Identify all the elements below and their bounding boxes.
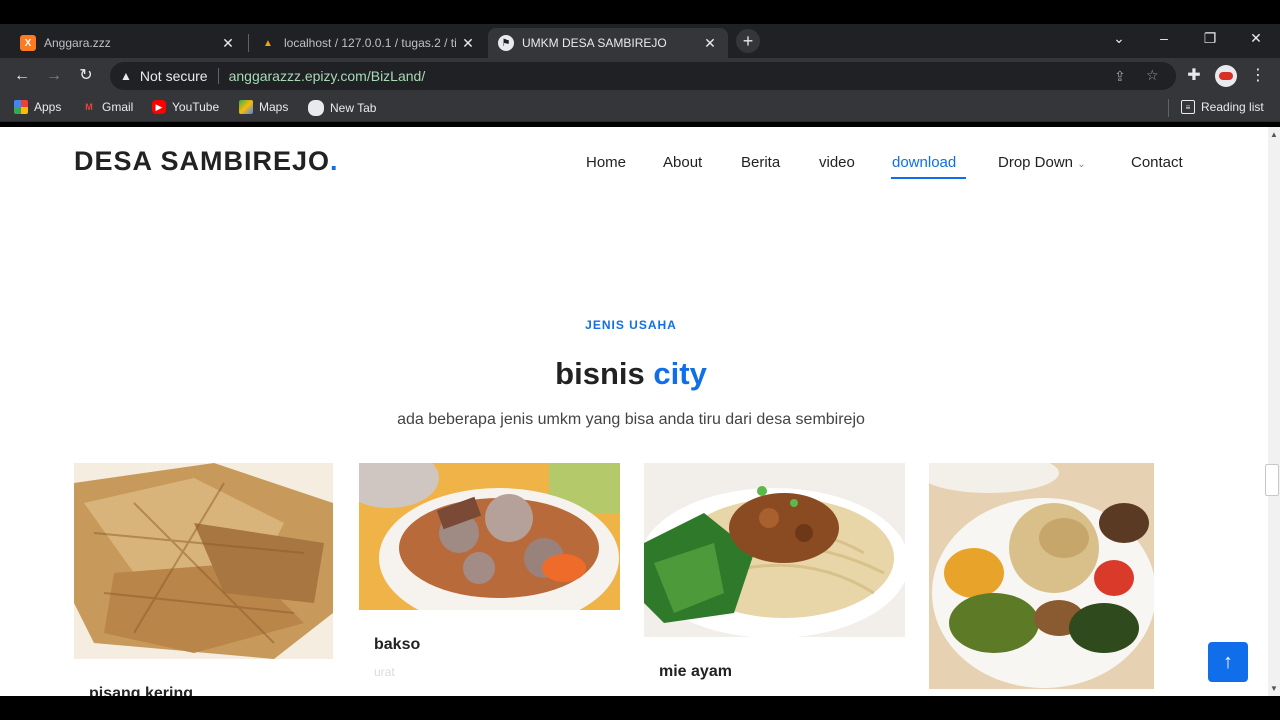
back-icon[interactable]: ← xyxy=(12,66,32,86)
bookmark-label: YouTube xyxy=(172,100,220,114)
tab-umkm[interactable]: ⚑ UMKM DESA SAMBIREJO ✕ xyxy=(488,28,728,58)
bookmark-maps[interactable]: Maps xyxy=(239,100,288,114)
logo-text: DESA SAMBIREJO xyxy=(74,146,331,176)
bakso-image xyxy=(359,463,620,610)
tab-anggara[interactable]: X Anggara.zzz ✕ xyxy=(10,28,246,58)
bookmark-star-icon[interactable]: ☆ xyxy=(1146,67,1159,84)
window-close-icon[interactable]: ✕ xyxy=(1246,30,1266,47)
tab-label: UMKM DESA SAMBIREJO xyxy=(522,36,667,50)
maps-icon xyxy=(239,100,253,114)
pisang-kering-image xyxy=(74,463,333,659)
nasi-campur-image xyxy=(929,463,1154,689)
bookmark-label: New Tab xyxy=(330,101,377,115)
chevron-down-icon: ⌄ xyxy=(1077,159,1086,170)
reading-list-icon: ≡ xyxy=(1181,100,1195,114)
bookmark-youtube[interactable]: ▶ YouTube xyxy=(152,100,219,114)
tab-strip: X Anggara.zzz ✕ ▲ localhost / 127.0.0.1 … xyxy=(0,24,1280,58)
section-title-plain: bisnis xyxy=(555,356,645,391)
site-logo[interactable]: DESA SAMBIREJO. xyxy=(74,146,339,177)
nav-download[interactable]: download xyxy=(892,154,956,171)
xampp-icon: X xyxy=(20,35,36,51)
card-name-bakso: bakso xyxy=(374,636,421,653)
pisang-kering-photo[interactable] xyxy=(74,463,333,659)
taskbar-edge xyxy=(0,696,1280,720)
reading-list-label: Reading list xyxy=(1201,100,1264,114)
security-label[interactable]: Not secure xyxy=(140,68,208,84)
arrow-up-icon: ↑ xyxy=(1223,650,1233,673)
tab-label: localhost / 127.0.0.1 / tugas.2 / ti xyxy=(284,36,457,50)
nasi-campur-photo[interactable] xyxy=(929,463,1154,689)
youtube-icon: ▶ xyxy=(152,100,166,114)
phpmyadmin-icon: ▲ xyxy=(263,37,273,49)
nav-about[interactable]: About xyxy=(663,154,702,171)
section-subtitle: ada beberapa jenis umkm yang bisa anda t… xyxy=(397,411,865,428)
menu-icon[interactable]: ⋮ xyxy=(1248,66,1268,86)
mie-ayam-photo[interactable] xyxy=(644,463,905,637)
avatar[interactable] xyxy=(1215,65,1237,87)
new-tab-button[interactable]: + xyxy=(736,29,760,53)
address-bar[interactable]: ▲ Not secure anggarazzz.epizy.com/BizLan… xyxy=(110,62,1176,90)
divider xyxy=(1168,99,1169,117)
restore-icon[interactable]: ❐ xyxy=(1200,30,1220,47)
nav-active-underline xyxy=(891,177,966,179)
nav-dropdown[interactable]: Drop Down ⌄ xyxy=(998,154,1086,171)
bookmark-gmail[interactable]: M Gmail xyxy=(82,100,133,114)
reload-icon[interactable]: ↻ xyxy=(76,66,96,86)
url-text[interactable]: anggarazzz.epizy.com/BizLand/ xyxy=(229,68,426,84)
logo-dot: . xyxy=(330,146,339,176)
avatar-image xyxy=(1219,72,1233,80)
nav-contact[interactable]: Contact xyxy=(1131,154,1183,171)
scrollbar-thumb[interactable] xyxy=(1265,464,1279,496)
section-title: bisnis city xyxy=(0,356,1262,392)
divider xyxy=(217,68,219,84)
bakso-photo[interactable] xyxy=(359,463,620,610)
globe-icon xyxy=(308,100,324,116)
card-desc-bakso: urat xyxy=(374,665,395,679)
tab-search-icon[interactable]: ⌄ xyxy=(1109,30,1129,47)
extensions-icon[interactable]: ✚ xyxy=(1184,66,1204,86)
bookmark-label: Maps xyxy=(259,100,289,114)
close-icon[interactable]: ✕ xyxy=(220,35,236,52)
bookmark-label: Gmail xyxy=(102,100,134,114)
tab-label: Anggara.zzz xyxy=(44,36,111,50)
screen: X Anggara.zzz ✕ ▲ localhost / 127.0.0.1 … xyxy=(0,0,1280,720)
apps-grid-icon xyxy=(14,100,28,114)
close-icon[interactable]: ✕ xyxy=(702,35,718,52)
warning-icon[interactable]: ▲ xyxy=(120,69,132,83)
tab-localhost[interactable]: ▲ localhost / 127.0.0.1 / tugas.2 / ti ✕ xyxy=(250,28,486,58)
section-title-accent: city xyxy=(653,356,707,391)
card-name-mie-ayam: mie ayam xyxy=(659,663,732,680)
forward-icon[interactable]: → xyxy=(44,66,64,86)
bookmark-newtab[interactable]: New Tab xyxy=(308,100,376,116)
scroll-down-icon[interactable]: ▼ xyxy=(1268,684,1280,693)
minimize-icon[interactable]: – xyxy=(1154,30,1174,46)
nav-home[interactable]: Home xyxy=(586,154,626,171)
mie-ayam-image xyxy=(644,463,905,637)
nav-dropdown-label: Drop Down xyxy=(998,154,1074,171)
back-to-top-button[interactable]: ↑ xyxy=(1208,642,1248,682)
nav-berita[interactable]: Berita xyxy=(741,154,780,171)
bookmark-label: Apps xyxy=(34,100,62,114)
close-icon[interactable]: ✕ xyxy=(460,35,476,52)
section-eyebrow: JENIS USAHA xyxy=(585,318,677,332)
scrollbar[interactable] xyxy=(1268,127,1280,696)
bookmarks-bar: Apps M Gmail ▶ YouTube Maps New Tab ≡ Re… xyxy=(0,94,1280,122)
share-icon[interactable]: ⇪ xyxy=(1114,68,1126,85)
tab-separator xyxy=(248,34,249,52)
nav-video[interactable]: video xyxy=(819,154,855,171)
scroll-up-icon[interactable]: ▲ xyxy=(1268,130,1280,139)
reading-list-button[interactable]: ≡ Reading list xyxy=(1181,100,1264,114)
gmail-icon: M xyxy=(85,102,93,112)
site-icon: ⚑ xyxy=(498,35,514,51)
browser-toolbar: ← → ↻ ▲ Not secure anggarazzz.epizy.com/… xyxy=(0,58,1280,94)
bookmark-apps[interactable]: Apps xyxy=(14,100,61,114)
